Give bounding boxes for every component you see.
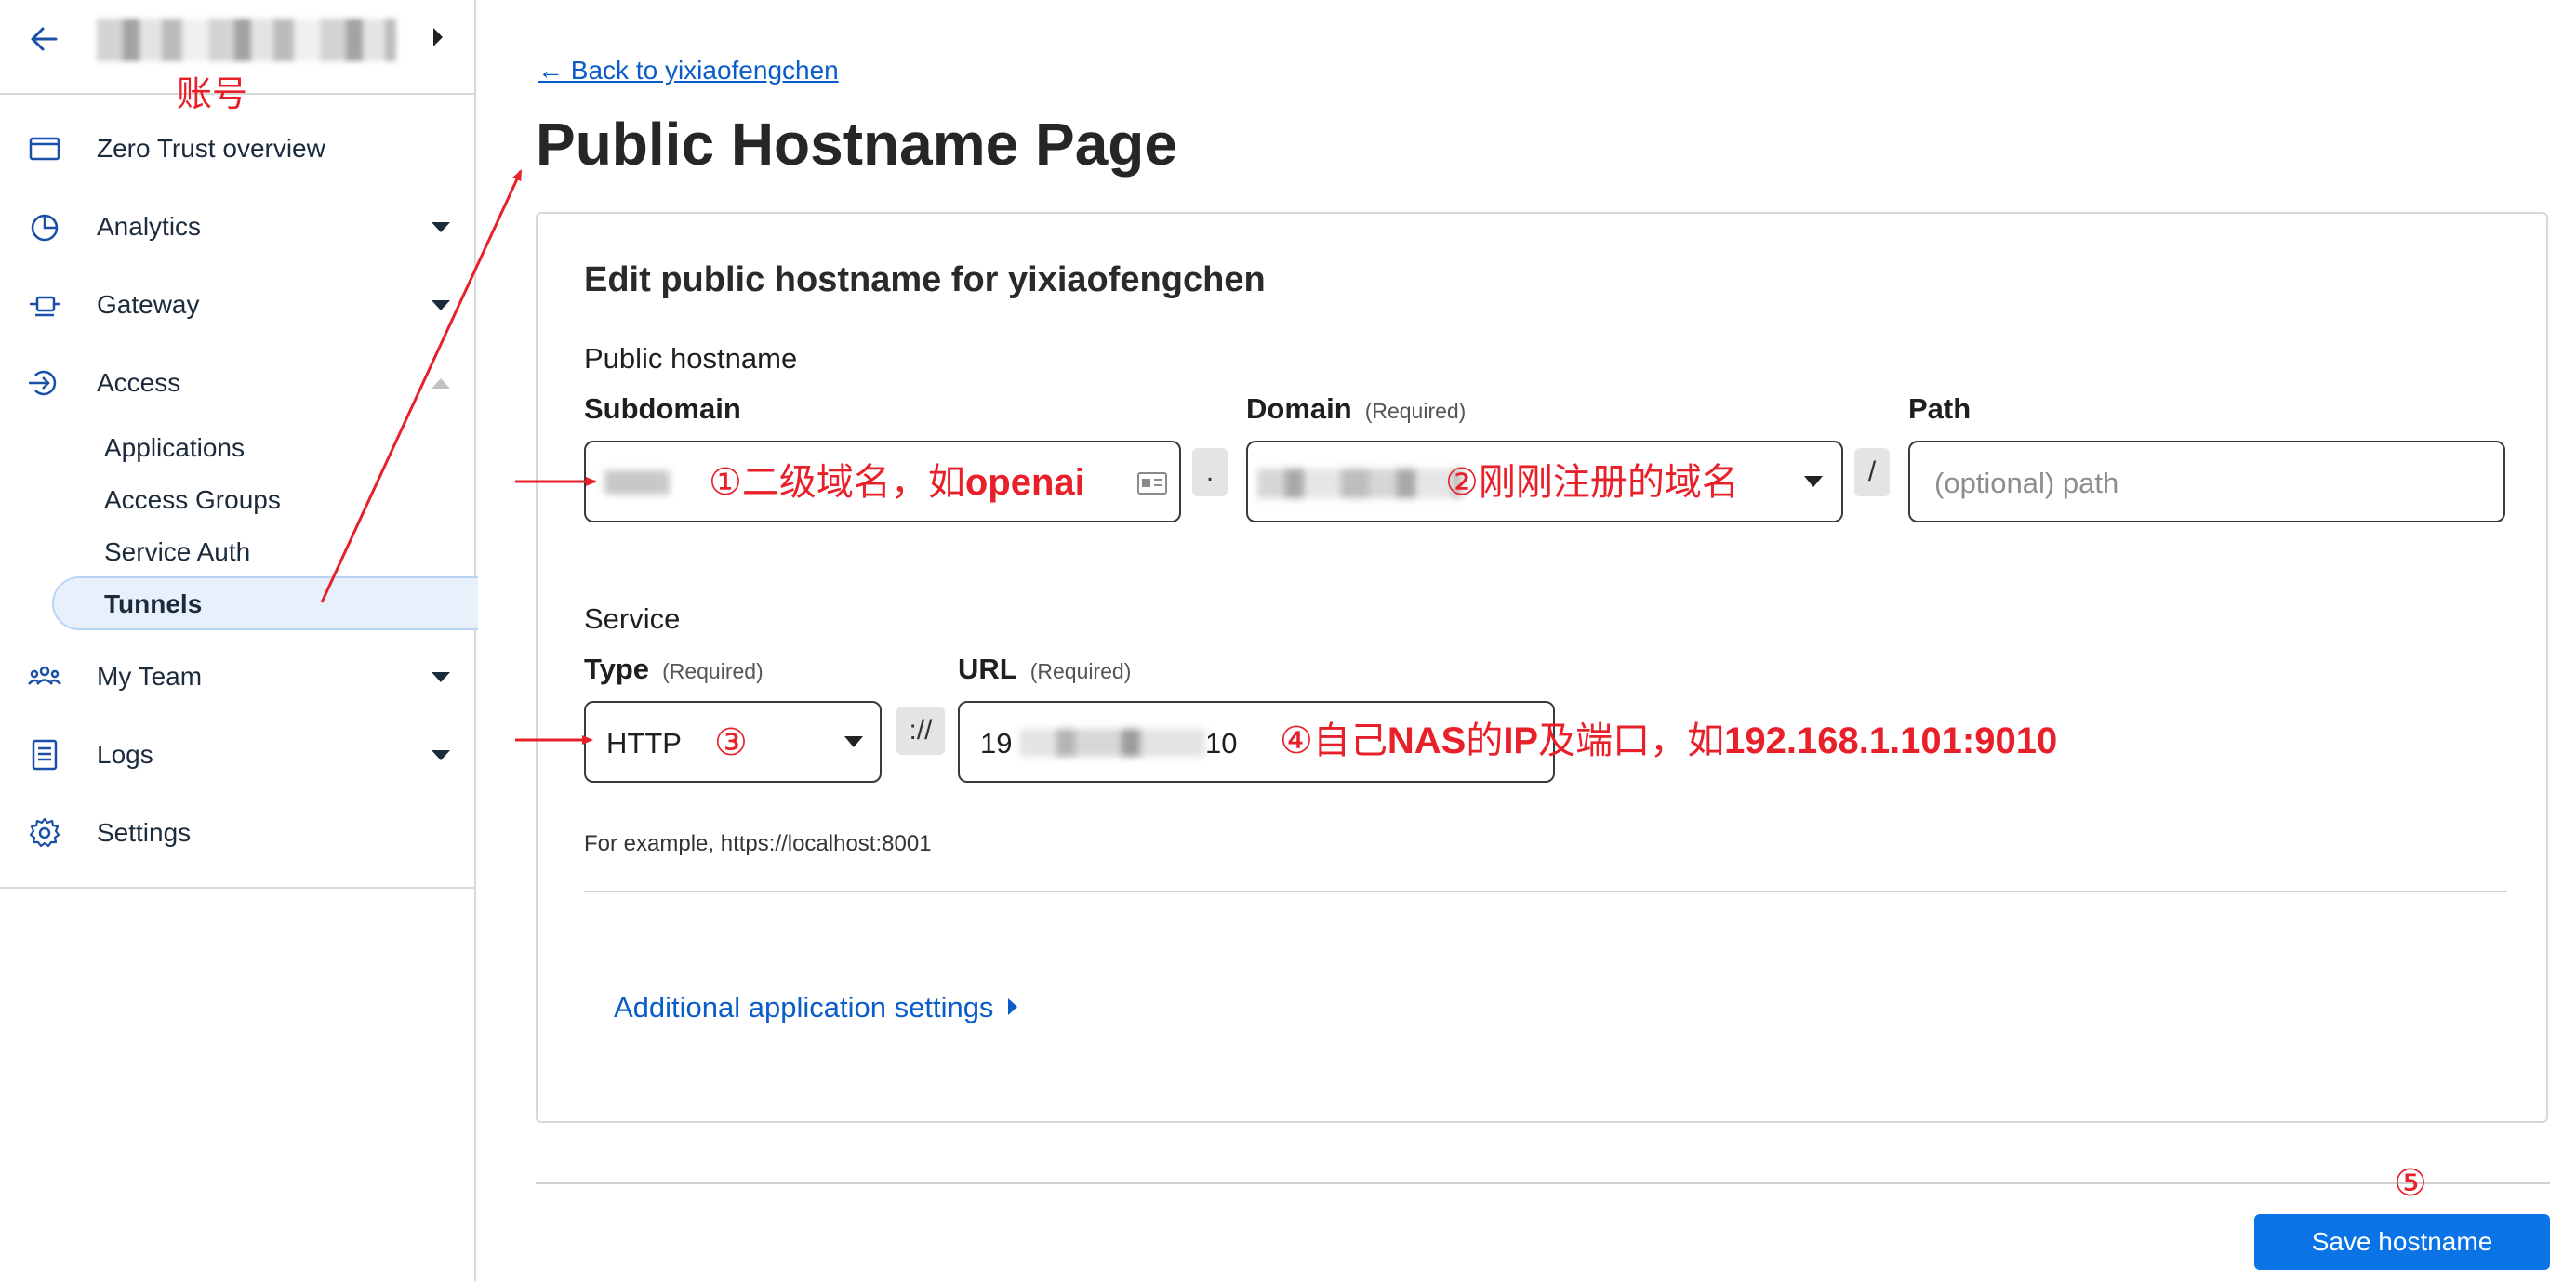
domain-label-text: Domain [1246, 392, 1352, 425]
chevron-down-icon[interactable] [432, 671, 450, 682]
domain-label: Domain (Required) [1246, 392, 1466, 426]
sidebar-sub-applications[interactable]: Applications [104, 433, 245, 463]
account-name-redacted [97, 19, 396, 61]
sidebar-item-my-team[interactable]: My Team [0, 649, 474, 705]
sidebar-item-overview[interactable]: Zero Trust overview [0, 121, 474, 177]
sidebar: 账号 Zero Trust overview Analytics Gateway [0, 0, 478, 1281]
sidebar-item-access[interactable]: Access [0, 355, 474, 411]
window-icon [29, 137, 60, 161]
sidebar-sub-access-groups[interactable]: Access Groups [104, 485, 281, 515]
path-label: Path [1908, 392, 1972, 425]
chevron-down-icon[interactable] [432, 221, 450, 232]
sidebar-item-label: Analytics [97, 212, 202, 241]
edit-hostname-card: Edit public hostname for yixiaofengchen … [536, 212, 2548, 1123]
annotation-4-text: ④自己 [1280, 720, 1388, 762]
path-placeholder: (optional) path [1934, 467, 2119, 499]
footer-divider [536, 1182, 2550, 1184]
annotation-4-bold: 192.168.1.101:9010 [1724, 720, 2058, 761]
chevron-down-icon[interactable] [432, 299, 450, 310]
sidebar-sub-tunnels[interactable]: Tunnels [104, 589, 202, 619]
protocol-separator: :// [896, 707, 945, 755]
annotation-4-bold: IP [1503, 720, 1539, 761]
domain-value-redacted [1257, 469, 1462, 498]
chevron-right-icon [1008, 998, 1018, 1015]
slash-separator: / [1854, 448, 1890, 496]
card-divider [584, 891, 2507, 892]
url-label-text: URL [958, 653, 1017, 685]
sidebar-item-settings[interactable]: Settings [0, 805, 474, 861]
type-label-text: Type [584, 653, 650, 685]
annotation-4-bold: NAS [1387, 720, 1467, 761]
card-title: Edit public hostname for yixiaofengchen [584, 260, 1266, 299]
back-arrow-icon[interactable] [26, 20, 63, 58]
chevron-down-icon[interactable] [844, 736, 863, 747]
url-value-end: 10 [1205, 727, 1238, 759]
subdomain-value-redacted [604, 470, 670, 495]
sidebar-sub-service-auth[interactable]: Service Auth [104, 537, 250, 567]
sidebar-item-label: Access [97, 368, 181, 397]
pie-chart-icon [31, 214, 59, 242]
annotation-1-bold: openai [964, 462, 1085, 503]
required-tag: (Required) [1364, 399, 1467, 423]
save-hostname-button[interactable]: Save hostname [2254, 1214, 2550, 1270]
gateway-icon [30, 296, 60, 317]
chevron-down-icon[interactable] [432, 749, 450, 760]
sidebar-item-gateway[interactable]: Gateway [0, 277, 474, 333]
logs-icon [32, 739, 58, 771]
required-tag: (Required) [662, 659, 764, 683]
sidebar-item-analytics[interactable]: Analytics [0, 199, 474, 255]
chevron-down-icon[interactable] [1804, 476, 1823, 487]
account-annotation: 账号 [177, 73, 248, 114]
back-link[interactable]: ← Back to yixiaofengchen [538, 56, 839, 86]
type-label: Type (Required) [584, 653, 764, 686]
path-input[interactable]: (optional) path [1908, 441, 2505, 522]
chevron-right-icon[interactable] [433, 28, 443, 46]
type-value: HTTP [606, 727, 682, 759]
url-hint: For example, https://localhost:8001 [584, 831, 932, 856]
annotation-3: ③ [714, 721, 748, 764]
gear-icon [29, 817, 60, 848]
id-card-icon [1137, 472, 1167, 495]
sidebar-item-logs[interactable]: Logs [0, 727, 474, 783]
service-label: Service [584, 602, 681, 635]
required-tag: (Required) [1029, 659, 1132, 683]
url-value-start: 19 [980, 727, 1013, 759]
dot-separator: . [1192, 448, 1228, 496]
chevron-up-icon[interactable] [432, 377, 450, 389]
access-icon [29, 370, 57, 396]
annotation-2: ②刚刚注册的域名 [1445, 461, 1739, 504]
page-title: Public Hostname Page [536, 111, 1177, 178]
additional-settings-label: Additional application settings [614, 991, 994, 1023]
sidebar-item-label: Settings [97, 818, 192, 847]
url-value-redacted [1019, 729, 1205, 757]
annotation-1: ①二级域名，如openai [709, 452, 1085, 506]
sidebar-item-label: Gateway [97, 290, 200, 319]
additional-settings-link[interactable]: Additional application settings [614, 991, 1018, 1024]
sidebar-item-label: My Team [97, 662, 203, 691]
public-hostname-label: Public hostname [584, 342, 798, 375]
url-label: URL (Required) [958, 653, 1131, 686]
sidebar-divider [0, 887, 474, 889]
team-icon [28, 666, 61, 685]
annotation-1-text: ①二级域名，如 [709, 461, 965, 504]
sidebar-item-label: Zero Trust overview [97, 134, 325, 163]
annotation-4: ④自己NAS的IP及端口，如192.168.1.101:9010 [1280, 710, 2057, 764]
annotation-4-text: 的 [1466, 720, 1504, 762]
sidebar-item-label: Logs [97, 740, 153, 769]
annotation-4-text: 及端口，如 [1538, 720, 1725, 762]
annotation-5: ⑤ [2394, 1162, 2427, 1205]
subdomain-label: Subdomain [584, 392, 741, 425]
